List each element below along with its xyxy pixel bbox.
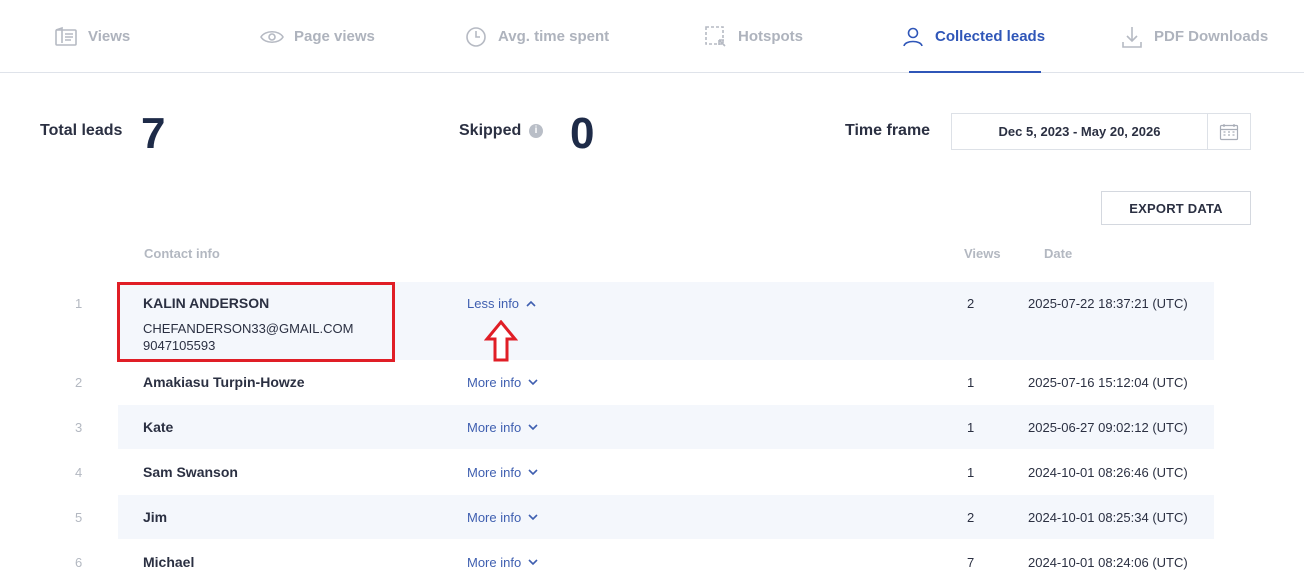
views-count: 1 [967,375,975,390]
toggle-label: More info [467,510,522,525]
date-header: Date [1044,246,1073,261]
total-leads-label: Total leads [40,122,123,139]
calendar-icon [1219,123,1239,140]
more-info-toggle[interactable]: More info [467,465,538,480]
lead-name: Kate [143,419,174,435]
more-info-toggle[interactable]: More info [467,375,538,390]
lead-name: Michael [143,554,195,570]
tab-collected-leads[interactable]: Collected leads [901,0,1045,73]
toggle-label: More info [467,465,522,480]
calendar-button[interactable] [1208,114,1250,149]
more-info-toggle[interactable]: More info [467,510,538,525]
chevron-down-icon [528,559,538,566]
download-icon [1122,26,1142,48]
toggle-label: More info [467,420,522,435]
more-info-toggle[interactable]: More info [467,555,538,570]
views-count: 2 [967,510,975,525]
lead-date: 2024-10-01 08:25:34 (UTC) [1028,510,1188,525]
toggle-label: Less info [467,296,520,311]
export-data-button[interactable]: EXPORT DATA [1101,191,1251,225]
lead-date: 2025-06-27 09:02:12 (UTC) [1028,420,1188,435]
active-tab-indicator [909,71,1041,73]
less-info-toggle[interactable]: Less info [467,296,536,311]
row-number: 4 [75,465,83,480]
lead-name: Sam Swanson [143,464,238,480]
tab-views[interactable]: Views [54,0,130,73]
tab-hotspots[interactable]: Hotspots [704,0,803,73]
annotation-highlight-box [117,282,395,362]
chevron-down-icon [528,379,538,386]
tab-label: Views [88,28,131,45]
date-range-picker[interactable]: Dec 5, 2023 - May 20, 2026 [951,113,1251,150]
more-info-toggle[interactable]: More info [467,420,538,435]
contact-info-header: Contact info [144,246,220,261]
total-leads-value: 7 [141,109,166,158]
lead-date: 2025-07-16 15:12:04 (UTC) [1028,375,1188,390]
clock-icon [466,26,486,47]
chevron-down-icon [528,514,538,521]
time-frame-label: Time frame [845,122,931,139]
hotspot-icon [705,25,726,47]
tab-label: Hotspots [738,28,803,45]
lead-name: Amakiasu Turpin-Howze [143,374,305,390]
row-number: 5 [75,510,83,525]
row-number: 2 [75,375,83,390]
tab-label: PDF Downloads [1154,28,1269,45]
chevron-down-icon [528,469,538,476]
person-icon [903,27,923,46]
skipped-value: 0 [570,109,595,158]
chevron-down-icon [528,424,538,431]
views-header: Views [964,246,1001,261]
tab-pdf-downloads[interactable]: PDF Downloads [1120,0,1268,73]
skipped-label: Skipped [459,122,522,139]
date-range-value[interactable]: Dec 5, 2023 - May 20, 2026 [952,114,1208,149]
views-icon [55,26,77,46]
views-count: 2 [967,296,975,311]
row-number: 1 [75,296,83,311]
views-count: 1 [967,465,975,480]
info-icon[interactable]: i [529,124,543,138]
lead-date: 2024-10-01 08:24:06 (UTC) [1028,555,1188,570]
tab-label: Avg. time spent [498,28,610,45]
analytics-tab-bar: Views Page views Avg. time spent Hotspot… [0,0,1304,73]
views-count: 7 [967,555,975,570]
tab-page-views[interactable]: Page views [260,0,375,73]
lead-date: 2025-07-22 18:37:21 (UTC) [1028,296,1188,311]
row-number: 6 [75,555,83,570]
tab-avg-time-spent[interactable]: Avg. time spent [464,0,609,73]
views-count: 1 [967,420,975,435]
lead-name: Jim [143,509,168,525]
eye-icon [260,30,284,43]
annotation-arrow-up-icon [484,320,518,362]
toggle-label: More info [467,375,522,390]
toggle-label: More info [467,555,522,570]
row-number: 3 [75,420,83,435]
tab-label: Collected leads [935,28,1046,45]
chevron-up-icon [526,300,536,307]
tab-label: Page views [294,28,375,45]
lead-date: 2024-10-01 08:26:46 (UTC) [1028,465,1188,480]
